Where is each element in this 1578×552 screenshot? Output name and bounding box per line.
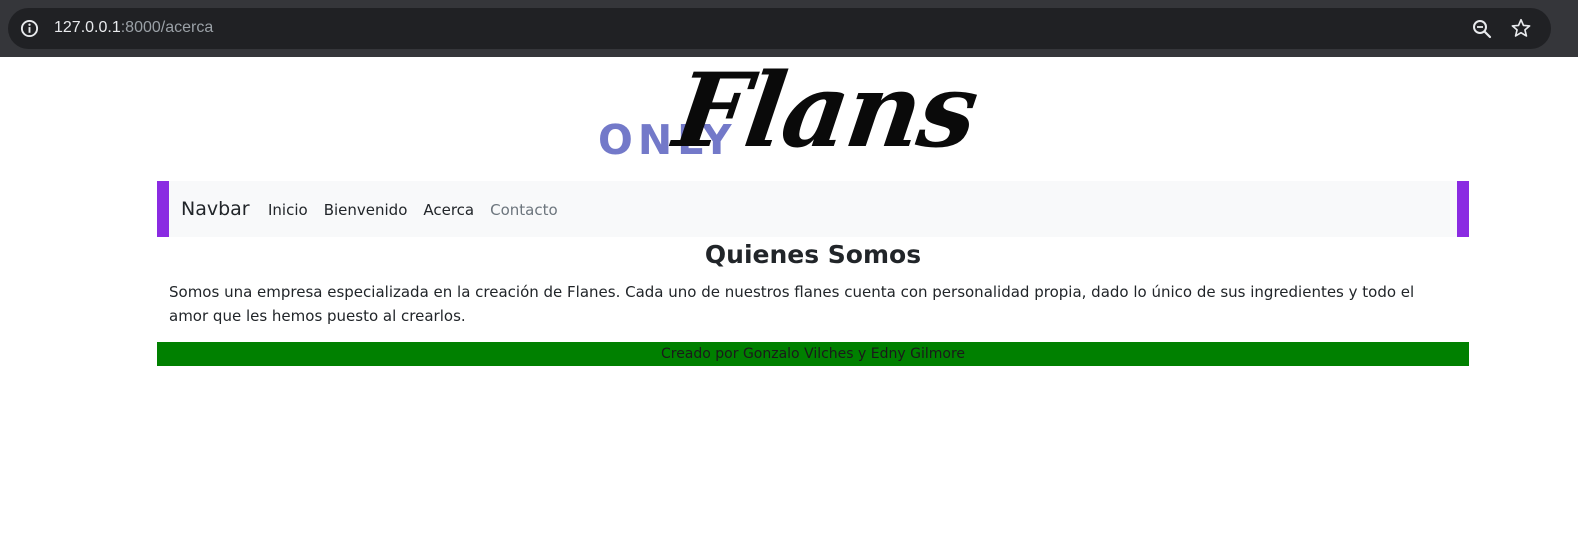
zoom-out-icon[interactable] [1471,18,1493,40]
address-bar[interactable]: 127.0.0.1:8000/acerca [8,8,1551,49]
logo-flans-text: Flans [667,51,984,171]
nav-link-acerca[interactable]: Acerca [423,200,474,220]
site-logo: ONLY Flans [596,51,1036,175]
nav-links: Inicio Bienvenido Acerca Contacto [268,200,574,220]
url-text[interactable]: 127.0.0.1:8000/acerca [54,17,213,39]
nav-link-contacto[interactable]: Contacto [490,200,558,220]
nav-link-bienvenido[interactable]: Bienvenido [324,200,408,220]
footer: Creado por Gonzalo Vilches y Edny Gilmor… [157,342,1469,366]
navbar-brand[interactable]: Navbar [181,197,250,221]
nav-link-inicio[interactable]: Inicio [268,200,308,220]
page-title: Quienes Somos [704,240,922,269]
info-icon[interactable] [20,19,39,38]
star-icon[interactable] [1510,17,1532,39]
navbar: Navbar Inicio Bienvenido Acerca Contacto [157,181,1469,237]
url-path: :8000/acerca [120,19,214,36]
about-paragraph: Somos una empresa especializada en la cr… [169,283,1415,325]
browser-toolbar: 127.0.0.1:8000/acerca [0,0,1578,57]
url-host: 127.0.0.1 [54,19,121,36]
